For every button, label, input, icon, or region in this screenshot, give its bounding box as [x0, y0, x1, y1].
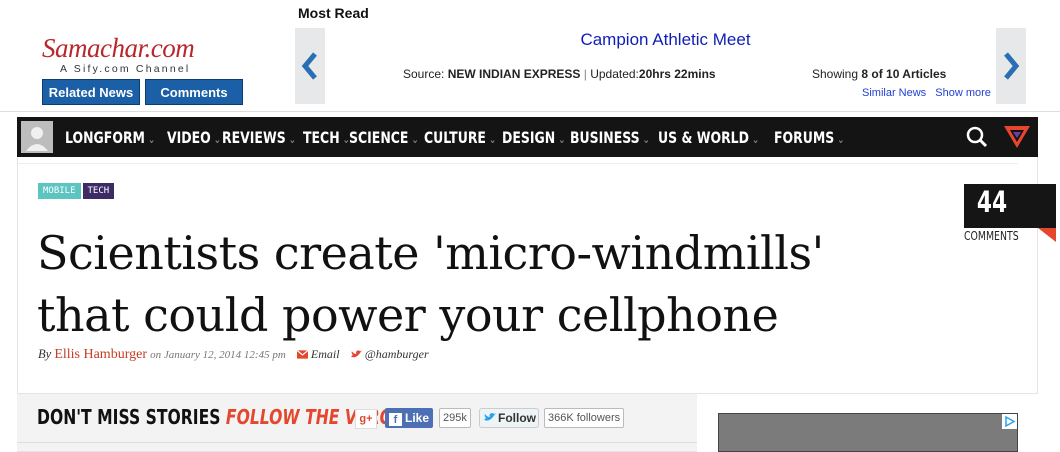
ad-choices-icon[interactable]: [1002, 414, 1017, 429]
google-plus-button[interactable]: g+: [355, 409, 377, 429]
like-label: Like: [405, 411, 430, 425]
tag-tech[interactable]: TECH: [82, 183, 115, 199]
header-divider: [0, 111, 1060, 112]
updated-time: 20hrs 22mins: [638, 67, 716, 81]
logo-tagline: A Sify.com Channel: [60, 63, 191, 75]
nav-menu: LONGFORM ⌄ VIDEO ⌄ REVIEWS ⌄ TECH ⌄ SCIE…: [65, 117, 850, 157]
nav-item-tech[interactable]: TECH ⌄: [303, 128, 350, 147]
search-icon[interactable]: [965, 125, 989, 149]
related-news-button[interactable]: Related News: [42, 79, 140, 105]
article-title-line-1: Scientists create 'micro-windmills': [37, 226, 824, 280]
user-avatar-icon[interactable]: [21, 121, 53, 153]
separator-line: [18, 163, 1018, 164]
facebook-like-count: 295k: [439, 408, 471, 428]
most-read-headline-link[interactable]: Campion Athletic Meet: [325, 30, 1006, 50]
chevron-left-icon: [301, 52, 317, 80]
most-read-showing: Showing 8 of 10 Articles: [812, 67, 946, 81]
samachar-logo[interactable]: Samachar.com A Sify.com Channel: [42, 33, 242, 75]
dont-miss-text: DON'T MISS STORIES: [37, 405, 221, 429]
nav-item-design[interactable]: DESIGN ⌄: [502, 128, 565, 147]
twitter-bird-icon: [350, 348, 362, 363]
follow-divider: [17, 442, 697, 443]
byline-by: By: [38, 347, 52, 361]
most-read-label: Most Read: [298, 5, 369, 21]
nav-item-reviews[interactable]: REVIEWS ⌄: [222, 128, 296, 147]
comments-button[interactable]: Comments: [145, 79, 243, 105]
verge-logo-icon[interactable]: [1003, 124, 1031, 150]
twitter-follower-count: 366K followers: [544, 408, 625, 428]
show-more-link[interactable]: Show more: [935, 87, 991, 99]
main-nav: LONGFORM ⌄ VIDEO ⌄ REVIEWS ⌄ TECH ⌄ SCIE…: [17, 117, 1038, 157]
comments-label[interactable]: COMMENTS: [964, 229, 1019, 243]
byline: By Ellis Hamburger on January 12, 2014 1…: [38, 347, 429, 363]
twitter-follow-button[interactable]: Follow: [479, 408, 539, 428]
most-read-source: Source: NEW INDIAN EXPRESS | Updated:20h…: [403, 67, 716, 81]
nav-item-longform[interactable]: LONGFORM ⌄: [65, 128, 155, 147]
article-title-line-2: that could power your cellphone: [37, 288, 779, 342]
email-link[interactable]: Email: [311, 347, 340, 361]
author-link[interactable]: Ellis Hamburger: [54, 347, 147, 362]
nav-item-video[interactable]: VIDEO ⌄: [167, 128, 221, 147]
article-title: Scientists create 'micro-windmills' that…: [37, 222, 937, 346]
updated-prefix: Updated:: [590, 67, 639, 81]
source-prefix: Source:: [403, 67, 445, 81]
source-name: NEW INDIAN EXPRESS: [447, 67, 581, 81]
most-read-links: Similar News Show more: [862, 87, 997, 99]
showing-prefix: Showing: [812, 67, 859, 81]
follow-label: Follow: [498, 411, 536, 425]
nav-item-culture[interactable]: CULTURE ⌄: [424, 128, 496, 147]
article-tags: MOBILE TECH: [38, 183, 115, 199]
nav-item-business[interactable]: BUSINESS ⌄: [570, 128, 650, 147]
envelope-icon: [296, 348, 309, 363]
publish-date: on January 12, 2014 12:45 pm: [150, 349, 286, 361]
previous-article-button[interactable]: [295, 28, 325, 104]
comment-badge-corner: [1038, 228, 1056, 242]
nav-item-forums[interactable]: FORUMS ⌄: [774, 128, 844, 147]
advertisement[interactable]: [718, 413, 1018, 452]
showing-count: 8 of 10 Articles: [861, 67, 947, 81]
chevron-right-icon: [1004, 52, 1020, 80]
twitter-handle-link[interactable]: @hamburger: [365, 347, 429, 361]
similar-news-link[interactable]: Similar News: [862, 87, 926, 99]
nav-item-science[interactable]: SCIENCE ⌄: [349, 128, 419, 147]
tag-mobile[interactable]: MOBILE: [38, 183, 81, 199]
facebook-like-button[interactable]: f Like: [385, 408, 433, 428]
follow-heading: DON'T MISS STORIES FOLLOW THE VERGE: [37, 405, 403, 429]
twitter-icon: [484, 411, 496, 425]
comment-count-badge[interactable]: 44: [964, 184, 1056, 228]
logo-text: Samachar.com: [42, 33, 195, 63]
facebook-icon: f: [389, 413, 402, 426]
comment-count: 44: [976, 185, 1008, 219]
nav-item-us-world[interactable]: US & WORLD ⌄: [658, 128, 759, 147]
